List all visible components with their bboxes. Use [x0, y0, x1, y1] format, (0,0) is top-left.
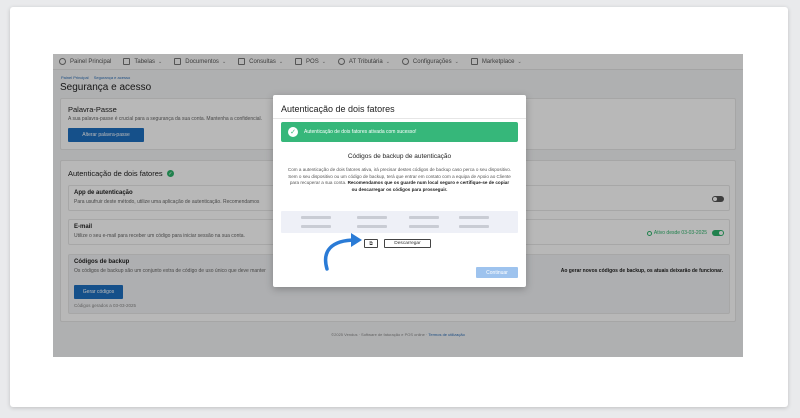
backup-code-blurred [301, 225, 331, 228]
success-alert-text: Autenticação de dois fatores ativada com… [304, 129, 417, 135]
download-codes-button[interactable]: Descarregar [384, 239, 431, 248]
backup-code-blurred [409, 216, 439, 219]
continue-button[interactable]: Continuar [476, 267, 518, 278]
backup-code-blurred [459, 216, 489, 219]
copy-icon: ⧉ [369, 240, 373, 247]
twofa-modal: Autenticação de dois fatores ✓ Autentica… [273, 95, 526, 287]
copy-codes-button[interactable]: ⧉ [364, 239, 378, 248]
backup-code-blurred [459, 225, 489, 228]
backup-codes-list [281, 211, 518, 233]
modal-title: Autenticação de dois fatores [281, 104, 395, 114]
backup-codes-heading: Códigos de backup de autenticação [347, 153, 452, 160]
backup-code-blurred [357, 216, 387, 219]
backup-codes-instructions-bold: Recomendamos que os guarde num local seg… [347, 180, 510, 192]
modal-divider [273, 118, 526, 119]
backup-code-blurred [301, 216, 331, 219]
backup-code-blurred [409, 225, 439, 228]
check-icon: ✓ [288, 127, 298, 137]
backup-code-blurred [357, 225, 387, 228]
backup-codes-instructions: Com a autenticação de dois fatores ativa… [287, 167, 512, 193]
success-alert: ✓ Autenticação de dois fatores ativada c… [281, 122, 518, 142]
